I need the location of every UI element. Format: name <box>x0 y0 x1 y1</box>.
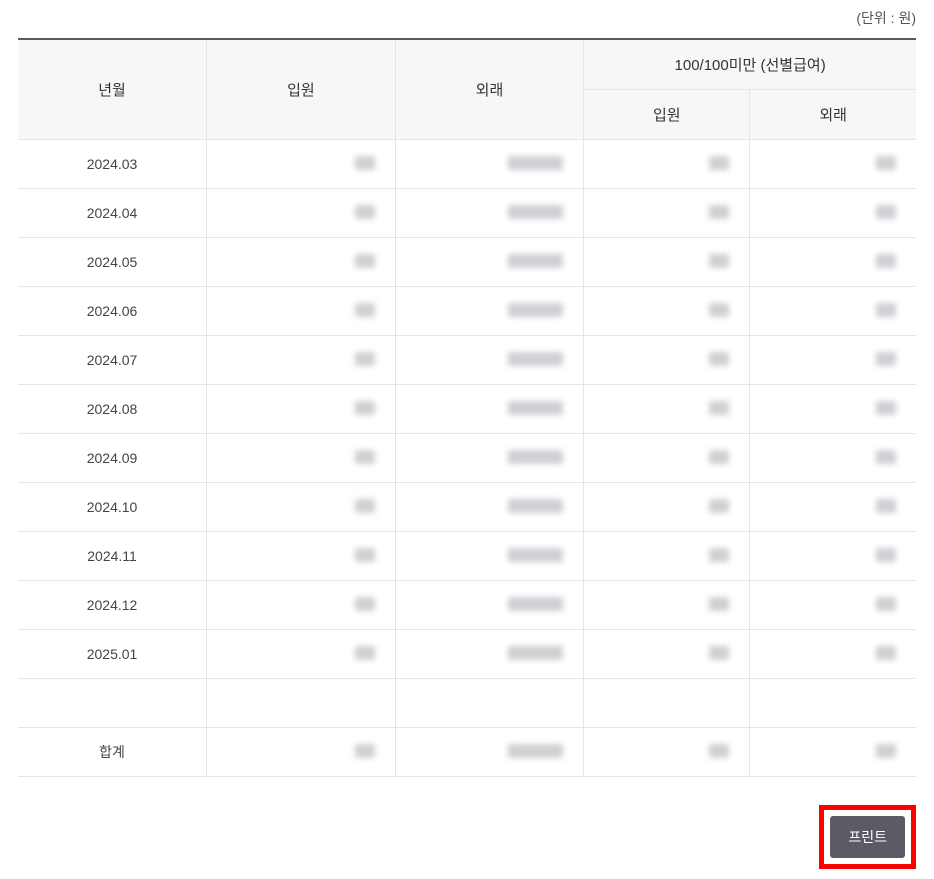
cell-month: 2024.06 <box>18 287 207 336</box>
cell-sub-inpatient <box>584 287 750 336</box>
cell-sub-outpatient <box>750 434 916 483</box>
cell-sub-inpatient <box>584 385 750 434</box>
cell-empty <box>207 679 396 728</box>
table-row: 2024.09 <box>18 434 916 483</box>
cell-inpatient <box>207 238 396 287</box>
cell-inpatient <box>207 385 396 434</box>
cell-inpatient <box>207 287 396 336</box>
cell-outpatient <box>395 189 584 238</box>
cell-inpatient <box>207 140 396 189</box>
cell-empty <box>750 679 916 728</box>
cell-total-outpatient <box>395 728 584 777</box>
table-row: 2024.03 <box>18 140 916 189</box>
cell-inpatient <box>207 581 396 630</box>
cell-inpatient <box>207 532 396 581</box>
cell-sub-outpatient <box>750 287 916 336</box>
cell-inpatient <box>207 630 396 679</box>
cell-sub-outpatient <box>750 483 916 532</box>
print-button[interactable]: 프린트 <box>830 816 905 858</box>
cell-outpatient <box>395 238 584 287</box>
cell-month: 2024.12 <box>18 581 207 630</box>
header-inpatient: 입원 <box>207 39 396 140</box>
cell-sub-outpatient <box>750 385 916 434</box>
cell-empty <box>395 679 584 728</box>
cell-inpatient <box>207 434 396 483</box>
header-month: 년월 <box>18 39 207 140</box>
table-row: 2024.06 <box>18 287 916 336</box>
cell-sub-inpatient <box>584 532 750 581</box>
cell-sub-outpatient <box>750 238 916 287</box>
print-highlight-box: 프린트 <box>819 805 916 869</box>
cell-outpatient <box>395 483 584 532</box>
cell-month: 2024.05 <box>18 238 207 287</box>
cell-inpatient <box>207 483 396 532</box>
header-sub-outpatient: 외래 <box>750 90 916 140</box>
cell-total-inpatient <box>207 728 396 777</box>
cell-month: 2024.07 <box>18 336 207 385</box>
table-row-total: 합계 <box>18 728 916 777</box>
cell-inpatient <box>207 336 396 385</box>
header-outpatient: 외래 <box>395 39 584 140</box>
header-sub-inpatient: 입원 <box>584 90 750 140</box>
data-table: 년월 입원 외래 100/100미만 (선별급여) 입원 외래 2024.032… <box>18 38 916 777</box>
cell-sub-outpatient <box>750 581 916 630</box>
cell-outpatient <box>395 532 584 581</box>
cell-sub-inpatient <box>584 434 750 483</box>
table-header: 년월 입원 외래 100/100미만 (선별급여) 입원 외래 <box>18 39 916 140</box>
cell-outpatient <box>395 287 584 336</box>
cell-sub-inpatient <box>584 238 750 287</box>
cell-empty <box>584 679 750 728</box>
cell-empty <box>18 679 207 728</box>
cell-total-label: 합계 <box>18 728 207 777</box>
table-row: 2024.05 <box>18 238 916 287</box>
cell-inpatient <box>207 189 396 238</box>
cell-sub-inpatient <box>584 336 750 385</box>
cell-month: 2024.11 <box>18 532 207 581</box>
cell-sub-outpatient <box>750 336 916 385</box>
cell-sub-outpatient <box>750 140 916 189</box>
cell-month: 2024.03 <box>18 140 207 189</box>
cell-total-sub-outpatient <box>750 728 916 777</box>
header-subgroup: 100/100미만 (선별급여) <box>584 39 916 90</box>
cell-outpatient <box>395 140 584 189</box>
table-row: 2024.12 <box>18 581 916 630</box>
table-row: 2024.08 <box>18 385 916 434</box>
cell-outpatient <box>395 581 584 630</box>
cell-outpatient <box>395 385 584 434</box>
cell-outpatient <box>395 336 584 385</box>
cell-sub-inpatient <box>584 483 750 532</box>
cell-month: 2025.01 <box>18 630 207 679</box>
cell-sub-inpatient <box>584 581 750 630</box>
button-area: 프린트 <box>18 805 916 879</box>
cell-outpatient <box>395 434 584 483</box>
cell-sub-inpatient <box>584 630 750 679</box>
table-row: 2025.01 <box>18 630 916 679</box>
cell-total-sub-inpatient <box>584 728 750 777</box>
table-body: 2024.032024.042024.052024.062024.072024.… <box>18 140 916 777</box>
cell-sub-inpatient <box>584 189 750 238</box>
table-row: 2024.11 <box>18 532 916 581</box>
cell-sub-outpatient <box>750 630 916 679</box>
table-row: 2024.04 <box>18 189 916 238</box>
cell-month: 2024.08 <box>18 385 207 434</box>
table-row: 2024.07 <box>18 336 916 385</box>
table-row: 2024.10 <box>18 483 916 532</box>
cell-outpatient <box>395 630 584 679</box>
cell-month: 2024.10 <box>18 483 207 532</box>
cell-sub-outpatient <box>750 189 916 238</box>
cell-month: 2024.04 <box>18 189 207 238</box>
cell-sub-outpatient <box>750 532 916 581</box>
cell-month: 2024.09 <box>18 434 207 483</box>
unit-label: (단위 : 원) <box>18 0 916 38</box>
table-row-empty <box>18 679 916 728</box>
cell-sub-inpatient <box>584 140 750 189</box>
